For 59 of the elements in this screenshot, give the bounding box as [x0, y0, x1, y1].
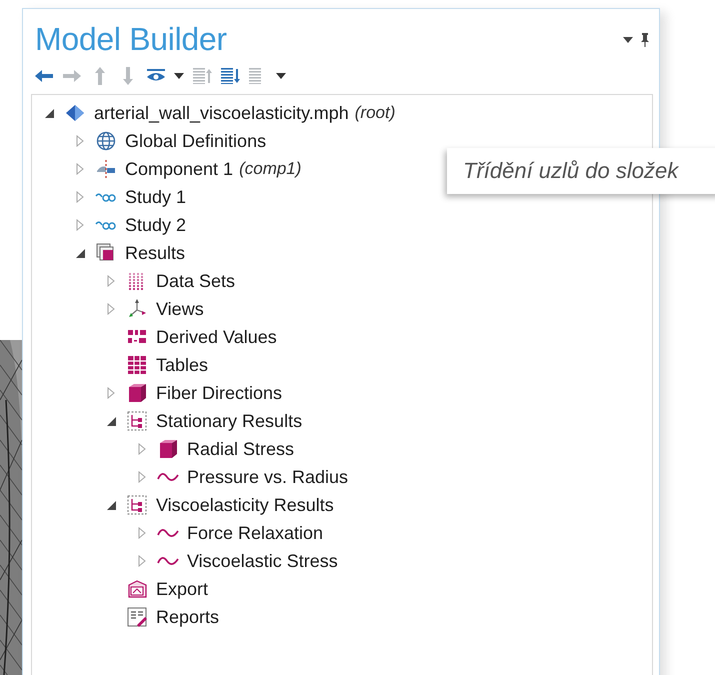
cube-icon: [126, 382, 148, 404]
folder-tree-icon: [126, 494, 148, 516]
report-icon: [126, 606, 148, 628]
caret-icon[interactable]: [623, 36, 633, 42]
export-icon: [126, 578, 148, 600]
tree-item[interactable]: Export: [156, 578, 208, 600]
component-icon: [95, 158, 117, 180]
expand-list-icon: [220, 68, 240, 84]
toolbar-button[interactable]: [219, 66, 241, 86]
tree-item[interactable]: Data Sets: [156, 270, 236, 292]
forward-arrow-icon: [62, 69, 82, 83]
tree-item[interactable]: Viscoelastic Stress: [187, 550, 338, 572]
expanded-toggle-icon[interactable]: [106, 500, 116, 510]
pin-icon[interactable]: [641, 32, 649, 46]
tree-item[interactable]: Derived Values: [156, 326, 277, 348]
expanded-toggle-icon[interactable]: [44, 108, 54, 118]
down-arrow-icon: [122, 66, 134, 86]
collapsed-toggle-icon[interactable]: [107, 275, 115, 287]
globe-icon: [95, 130, 117, 152]
table-icon: [126, 354, 148, 376]
caret-icon: [174, 73, 184, 79]
tree-item[interactable]: Results: [125, 242, 186, 264]
folder-tree-icon: [126, 410, 148, 432]
collapsed-toggle-icon[interactable]: [107, 387, 115, 399]
tree-item[interactable]: Viscoelasticity Results: [156, 494, 334, 516]
axes-icon: [126, 298, 148, 320]
eye-icon: [146, 69, 166, 83]
tree-item[interactable]: Force Relaxation: [187, 522, 324, 544]
cube-icon: [157, 438, 179, 460]
tree-item[interactable]: Stationary Results: [156, 410, 302, 432]
tree-item[interactable]: Component 1 (comp1): [125, 158, 302, 180]
collapsed-toggle-icon[interactable]: [76, 135, 84, 147]
tree-item[interactable]: arterial_wall_viscoelasticity.mph (root): [94, 102, 396, 124]
collapsed-toggle-icon[interactable]: [138, 555, 146, 567]
back-arrow-icon: [34, 69, 54, 83]
tree-item[interactable]: Fiber Directions: [156, 382, 282, 404]
tree-item[interactable]: Global Definitions: [125, 130, 266, 152]
diamond-icon: [64, 102, 86, 124]
tree-item[interactable]: Tables: [156, 354, 208, 376]
expanded-toggle-icon[interactable]: [106, 416, 116, 426]
panel-title: Model Builder: [35, 21, 227, 58]
collapsed-toggle-icon[interactable]: [107, 303, 115, 315]
collapsed-toggle-icon[interactable]: [76, 191, 84, 203]
collapsed-toggle-icon[interactable]: [76, 163, 84, 175]
expanded-toggle-icon[interactable]: [76, 248, 84, 258]
collapsed-toggle-icon[interactable]: [138, 527, 146, 539]
collapsed-toggle-icon[interactable]: [76, 219, 84, 231]
tree-item[interactable]: Reports: [156, 606, 220, 628]
collapse-list-icon: [192, 68, 212, 84]
collapsed-toggle-icon[interactable]: [138, 471, 146, 483]
up-arrow-icon: [94, 66, 106, 86]
tree-item[interactable]: Radial Stress: [187, 438, 294, 460]
tree-item[interactable]: Study 1: [125, 186, 186, 208]
caret-icon: [276, 73, 286, 79]
tree-item[interactable]: Pressure vs. Radius: [187, 466, 348, 488]
collapsed-toggle-icon[interactable]: [138, 443, 146, 455]
tree-item[interactable]: Views: [156, 298, 204, 320]
tooltip: Třídění uzlů do složek: [447, 148, 715, 194]
tree-item[interactable]: Study 2: [125, 214, 186, 236]
